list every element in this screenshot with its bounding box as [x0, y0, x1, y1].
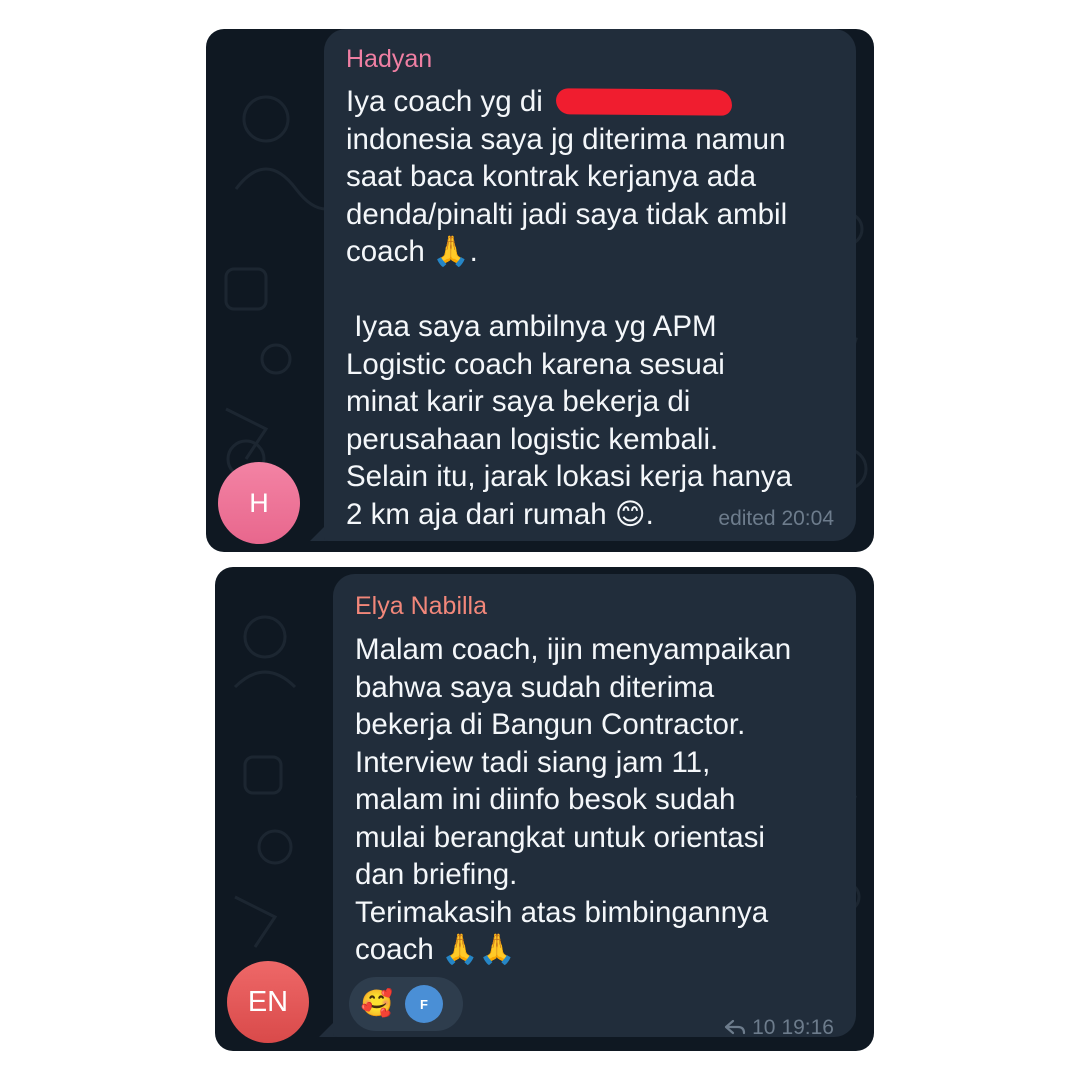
reaction-chip[interactable]: 🥰 F	[349, 977, 463, 1031]
message-meta: 10 19:16	[724, 1016, 834, 1040]
chat-panel-hadyan: H Hadyan Iya coach yg di indonesia saya …	[206, 29, 874, 552]
chat-panel-elya: EN Elya Nabilla Malam coach, ijin menyam…	[215, 567, 874, 1051]
reaction-emoji: 🥰	[360, 989, 394, 1019]
message-bubble[interactable]: Hadyan Iya coach yg di indonesia saya jg…	[324, 29, 856, 541]
sender-name[interactable]: Elya Nabilla	[355, 592, 487, 621]
message-bubble[interactable]: Elya Nabilla Malam coach, ijin menyampai…	[333, 574, 856, 1040]
avatar[interactable]: EN	[227, 961, 309, 1043]
reply-icon	[724, 1019, 746, 1035]
message-text: Malam coach, ijin menyampaikan bahwa say…	[355, 633, 792, 966]
redaction-mark	[555, 88, 733, 116]
reactor-avatar: F	[405, 985, 443, 1023]
sender-name[interactable]: Hadyan	[346, 45, 432, 74]
edited-timestamp: edited 20:04	[718, 507, 834, 530]
message-text-rest: indonesia saya jg diterima namun saat ba…	[346, 122, 793, 531]
reply-count: 10	[752, 1016, 776, 1039]
message-text: Iya coach yg di indonesia saya jg diteri…	[346, 83, 846, 533]
message-time: 19:16	[781, 1016, 834, 1039]
message-text-first: Iya coach yg di	[346, 85, 551, 118]
avatar[interactable]: H	[218, 462, 300, 544]
